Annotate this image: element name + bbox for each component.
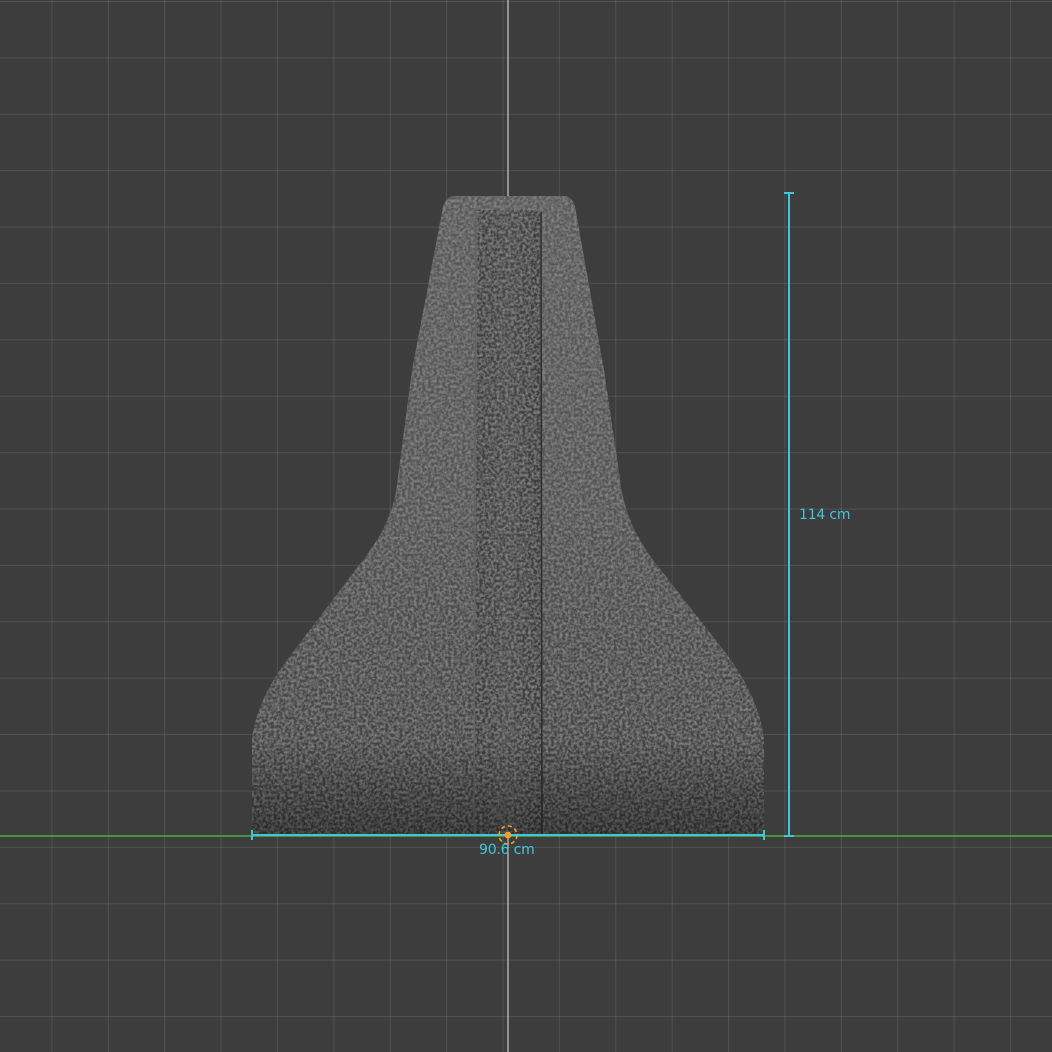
width-dimension-label: 90.6 cm bbox=[479, 842, 535, 858]
height-dimension bbox=[784, 192, 794, 837]
3d-viewport[interactable]: 114 cm 90.6 cm bbox=[0, 0, 1052, 1052]
viewport-scene bbox=[0, 0, 1052, 1052]
barrier-base-shadow bbox=[252, 740, 764, 836]
concrete-barrier[interactable] bbox=[252, 196, 764, 837]
height-dimension-label: 114 cm bbox=[799, 507, 851, 523]
